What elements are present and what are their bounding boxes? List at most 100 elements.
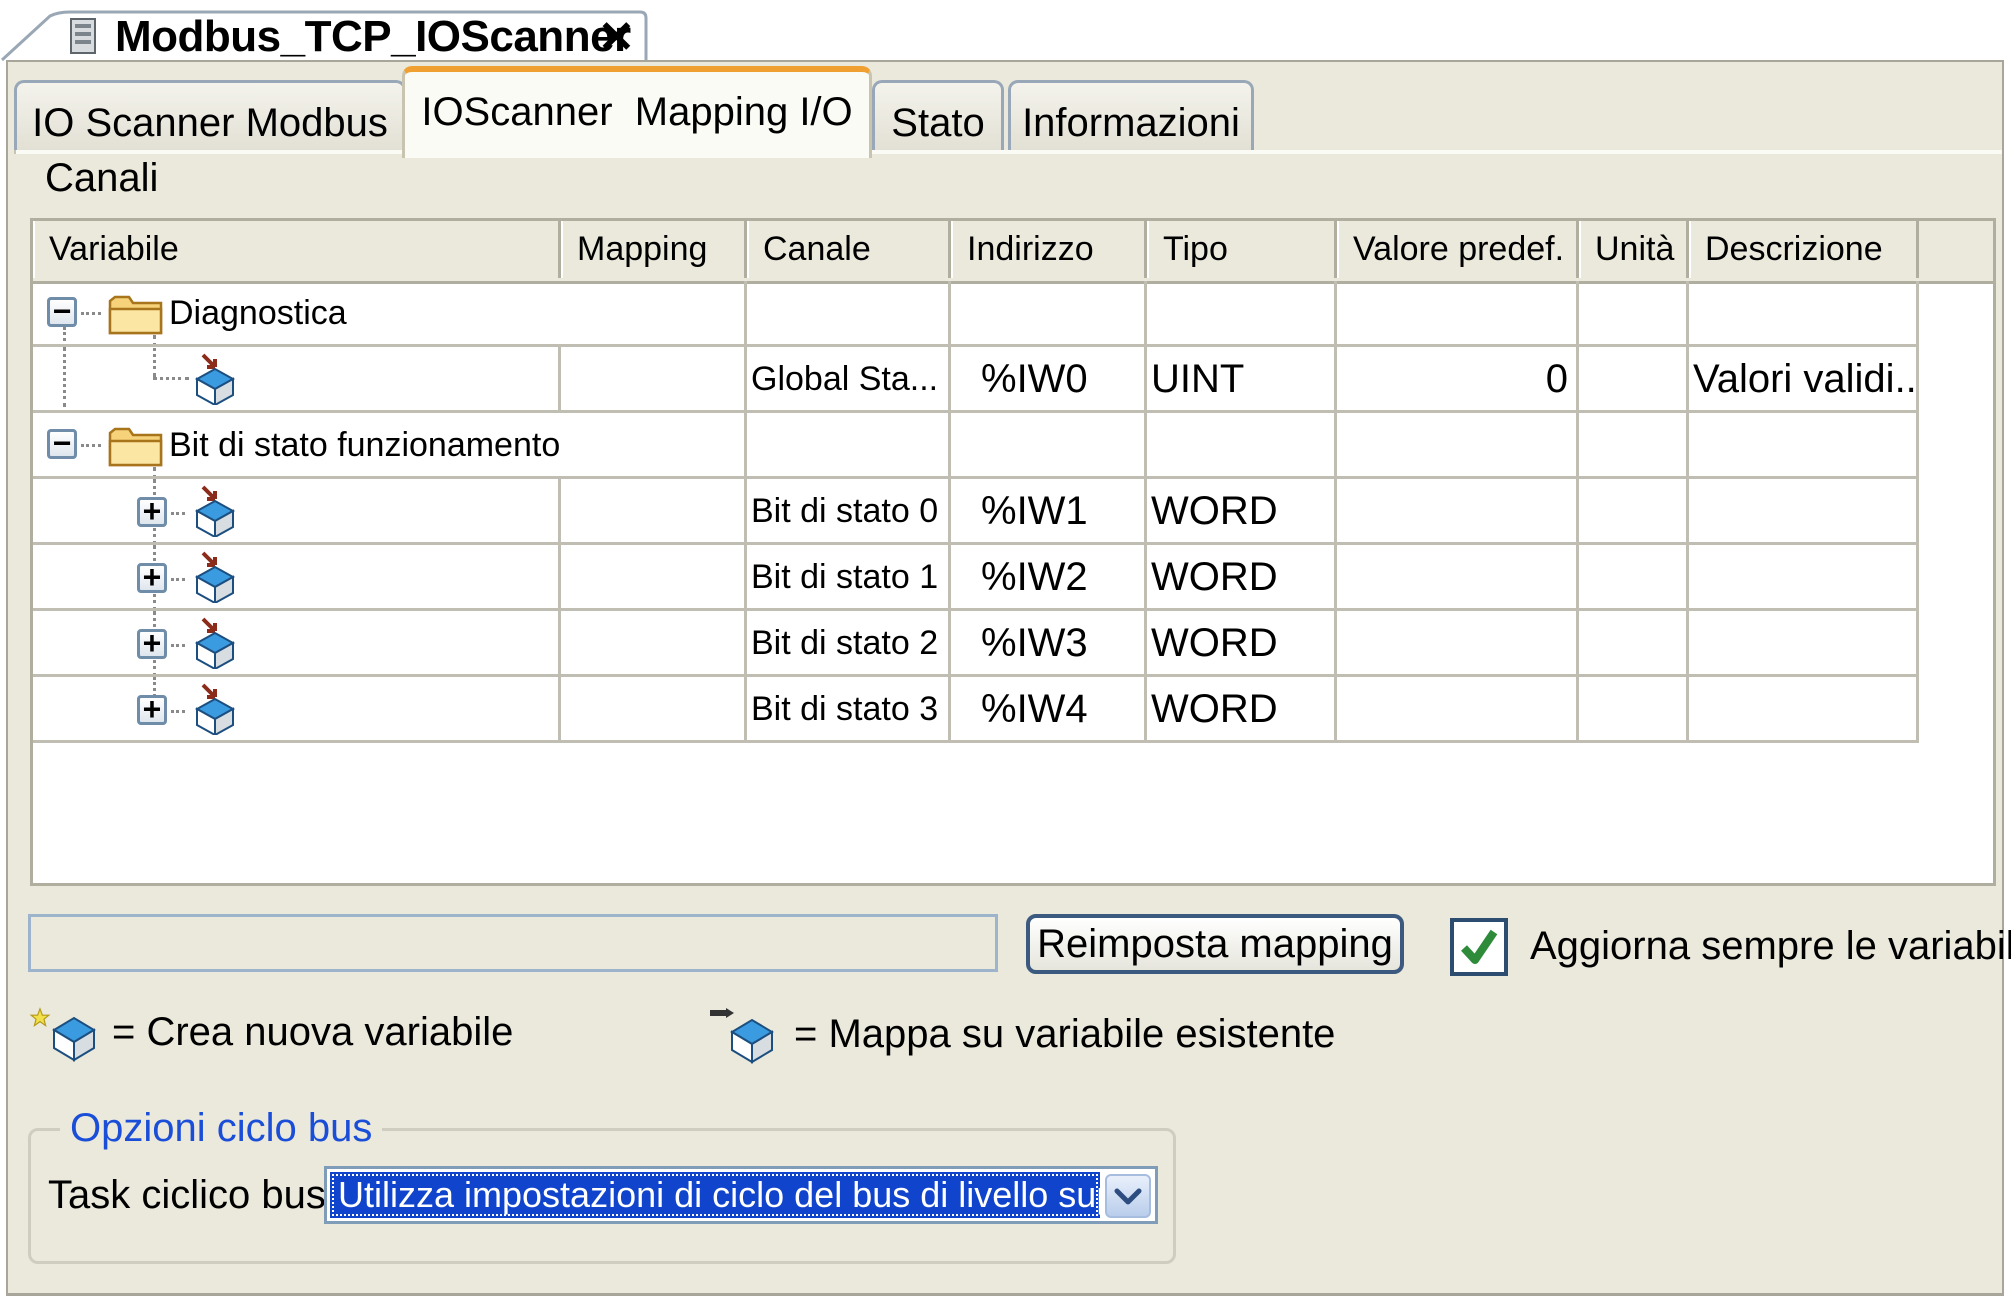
variable-cube-icon — [52, 1016, 96, 1062]
table-cell — [561, 347, 747, 410]
table-cell — [561, 545, 747, 608]
toggle-glyph: + — [142, 493, 162, 529]
table-cell — [1337, 281, 1579, 344]
variable-cube-icon[interactable] — [181, 681, 241, 740]
collapse-toggle-icon[interactable]: − — [47, 295, 77, 327]
column-header-unita[interactable]: Unità — [1579, 221, 1689, 278]
table-cell: WORD — [1147, 677, 1337, 740]
tree-connector — [153, 347, 156, 377]
table-header: Variabile Mapping Canale Indirizzo Tipo … — [33, 221, 1993, 284]
bus-cycle-options-title: Opzioni ciclo bus — [60, 1100, 383, 1156]
tab-io-scanner-modbus[interactable]: IO Scanner Modbus — [14, 80, 406, 152]
chevron-down-icon[interactable] — [1105, 1174, 1151, 1218]
channel-name: Global Sta... — [751, 360, 939, 398]
table-cell: + — [33, 611, 561, 674]
variable-cube-icon[interactable] — [181, 483, 241, 542]
new-variable-legend-icon — [28, 1004, 108, 1069]
table-cell: − Bit di stato funzionamento — [33, 413, 564, 476]
channel-address: %IW3 — [981, 621, 1088, 665]
expand-toggle-icon[interactable]: + — [137, 627, 167, 659]
tab-label: IOScanner Mapping I/O — [421, 90, 853, 134]
collapse-toggle-icon[interactable]: − — [47, 427, 77, 459]
table-cell — [747, 413, 951, 476]
bus-cycle-task-label: Task ciclico bus — [48, 1173, 326, 1217]
tree-connector — [153, 467, 156, 476]
folder-label: Diagnostica — [169, 294, 347, 332]
table-cell — [561, 281, 747, 344]
expand-toggle-icon[interactable]: + — [137, 493, 167, 529]
toggle-glyph: + — [142, 559, 162, 595]
channel-description: Valori validi... — [1693, 357, 1919, 401]
table-row[interactable]: + Bit di stato 2 %IW3 WORD — [33, 611, 1919, 677]
channel-address: %IW0 — [981, 357, 1088, 401]
table-row[interactable]: + Bit di stato 1 %IW2 WORD — [33, 545, 1919, 611]
expand-toggle-icon[interactable]: + — [137, 693, 167, 725]
table-cell — [1337, 413, 1579, 476]
table-cell — [33, 347, 561, 410]
variable-cube-icon[interactable] — [181, 549, 241, 608]
column-header-tipo[interactable]: Tipo — [1147, 221, 1337, 278]
column-header-mapping[interactable]: Mapping — [561, 221, 747, 278]
table-row[interactable]: Global Sta... %IW0 UINT 0 Valori validi... — [33, 347, 1919, 413]
tab-ioscanner-mapping[interactable]: IOScanner Mapping I/O — [402, 66, 872, 158]
table-cell: + — [33, 479, 561, 542]
table-cell: + — [33, 545, 561, 608]
folder-icon — [107, 421, 165, 474]
table-row[interactable]: − Diagnostica — [33, 281, 1919, 347]
tab-informazioni[interactable]: Informazioni — [1008, 80, 1254, 152]
close-icon[interactable]: ✕ — [598, 12, 635, 63]
table-cell: Valori validi... — [1689, 347, 1919, 410]
expand-toggle-icon[interactable]: + — [137, 559, 167, 595]
channels-table: Variabile Mapping Canale Indirizzo Tipo … — [30, 218, 1996, 886]
bus-cycle-task-select[interactable]: Utilizza impostazioni di ciclo del bus d… — [324, 1166, 1158, 1224]
table-cell — [561, 413, 747, 476]
table-cell: %IW3 — [951, 611, 1147, 674]
channel-type: WORD — [1151, 687, 1278, 731]
checkmark-icon — [1461, 929, 1498, 964]
table-cell — [1337, 545, 1579, 608]
column-header-canale[interactable]: Canale — [747, 221, 951, 278]
table-cell — [1579, 611, 1689, 674]
channel-type: WORD — [1151, 489, 1278, 533]
tab-stato[interactable]: Stato — [872, 80, 1004, 152]
table-row[interactable]: + Bit di stato 0 %IW1 WORD — [33, 479, 1919, 545]
tree-connector — [63, 347, 66, 407]
table-cell — [1337, 611, 1579, 674]
channel-type: UINT — [1151, 357, 1245, 401]
table-cell — [561, 479, 747, 542]
variable-cube-icon[interactable] — [181, 615, 241, 674]
table-cell — [1579, 281, 1689, 344]
column-header-valore-predef[interactable]: Valore predef. — [1337, 221, 1579, 278]
tree-connector — [153, 335, 156, 344]
filter-input[interactable] — [28, 914, 998, 972]
column-header-indirizzo[interactable]: Indirizzo — [951, 221, 1147, 278]
table-cell — [1579, 677, 1689, 740]
table-row[interactable]: + Bit di stato 3 %IW4 WORD — [33, 677, 1919, 743]
table-cell — [1689, 413, 1919, 476]
variable-cube-icon — [730, 1018, 774, 1064]
table-cell — [951, 413, 1147, 476]
table-cell: Bit di stato 2 — [747, 611, 951, 674]
channel-name: Bit di stato 3 — [751, 690, 939, 728]
bus-cycle-task-value: Utilizza impostazioni di ciclo del bus d… — [330, 1172, 1100, 1218]
channel-name: Bit di stato 1 — [751, 558, 939, 596]
document-tab[interactable]: Modbus_TCP_IOScanner ✕ — [0, 0, 660, 62]
column-header-variabile[interactable]: Variabile — [33, 221, 561, 278]
table-row[interactable]: − Bit di stato funzionamento — [33, 413, 1919, 479]
channel-address: %IW4 — [981, 687, 1088, 731]
table-cell — [1579, 479, 1689, 542]
always-update-label: Aggiorna sempre le variabili — [1530, 924, 2011, 968]
table-cell — [1147, 413, 1337, 476]
table-cell — [1579, 545, 1689, 608]
table-cell: 0 — [1337, 347, 1579, 410]
table-cell: UINT — [1147, 347, 1337, 410]
variable-cube-icon[interactable] — [181, 351, 241, 410]
always-update-checkbox[interactable] — [1450, 918, 1508, 976]
reset-mapping-button[interactable]: Reimposta mapping — [1026, 914, 1404, 974]
tab-label: Informazioni — [1022, 101, 1240, 145]
column-header-descrizione[interactable]: Descrizione — [1689, 221, 1919, 278]
channel-address: %IW1 — [981, 489, 1088, 533]
table-cell: − Diagnostica — [33, 281, 564, 344]
channel-address: %IW2 — [981, 555, 1088, 599]
table-cell — [1579, 413, 1689, 476]
